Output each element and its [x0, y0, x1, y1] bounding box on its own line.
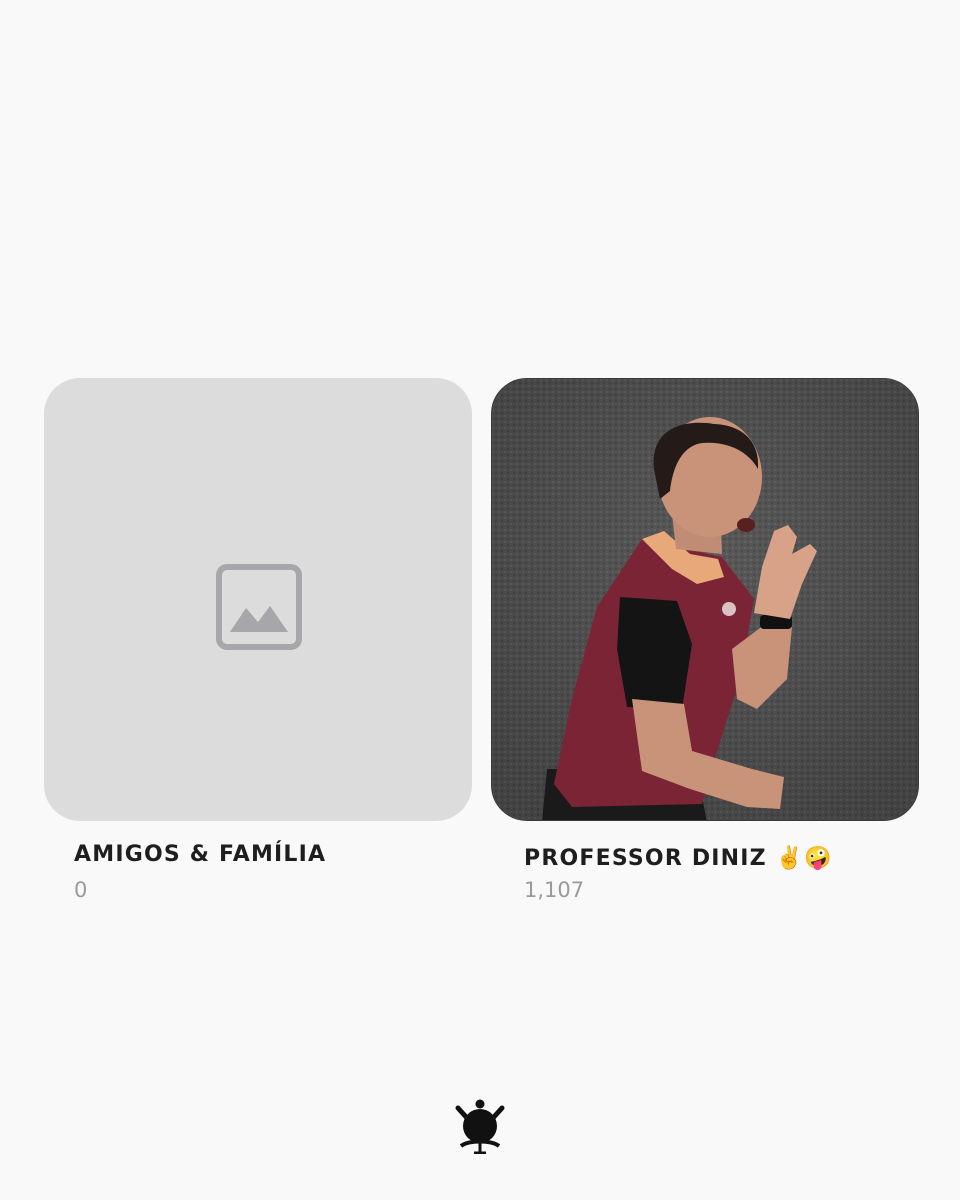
- album-title[interactable]: PROFESSOR DINIZ ✌️🤪: [524, 846, 833, 871]
- album-thumbnail-placeholder[interactable]: [44, 378, 472, 821]
- album-title-text: PROFESSOR DINIZ: [524, 846, 767, 871]
- album-title[interactable]: AMIGOS & FAMÍLIA: [74, 842, 326, 867]
- corinthians-crest-icon: [455, 1099, 505, 1154]
- image-placeholder-icon: [216, 564, 302, 650]
- album-thumbnail-photo[interactable]: [491, 378, 919, 821]
- album-card-professor-diniz[interactable]: [491, 378, 921, 822]
- album-photo-count: 1,107: [524, 878, 585, 902]
- albums-screen: AMIGOS & FAMÍLIA 0 PROFESSOR DINIZ ✌️🤪 1…: [0, 0, 960, 1200]
- album-title-emoji: ✌️🤪: [775, 846, 833, 871]
- album-card-amigos-familia[interactable]: [44, 378, 474, 822]
- coach-photo: [492, 379, 918, 820]
- album-photo-count: 0: [74, 878, 88, 902]
